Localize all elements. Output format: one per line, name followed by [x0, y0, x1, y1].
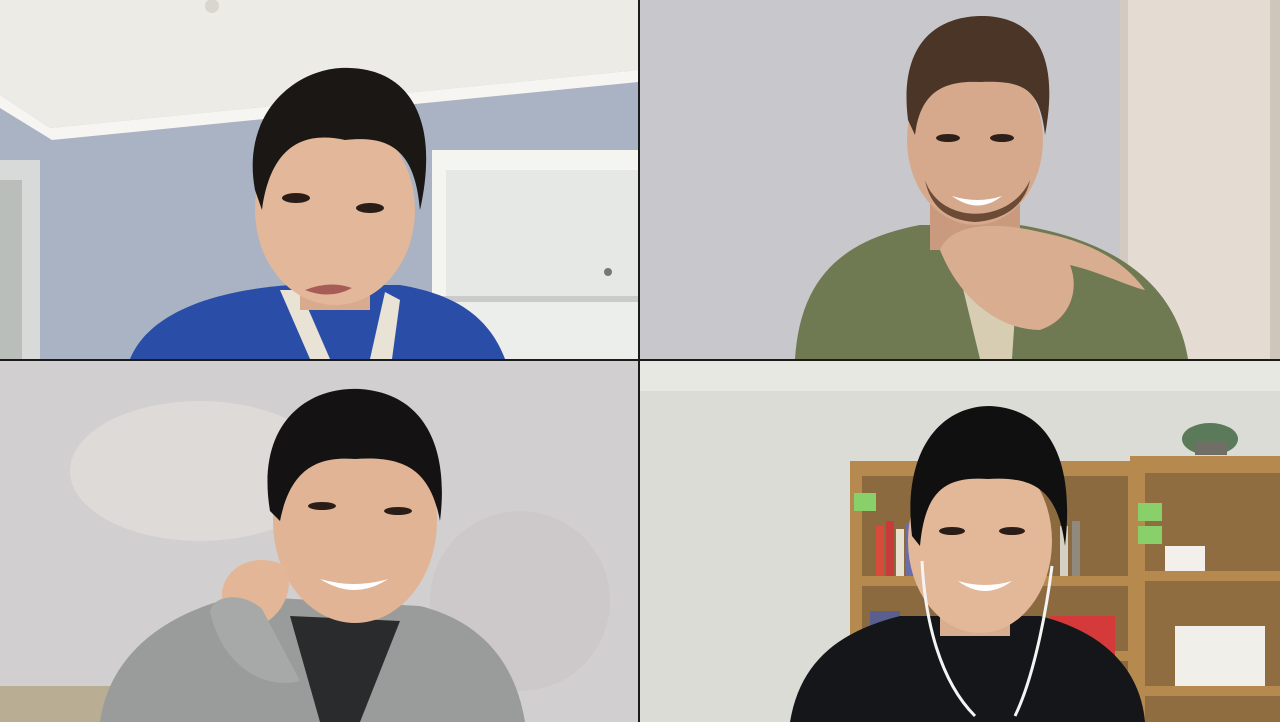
participant-video-feed — [0, 0, 638, 359]
video-tile-participant-3[interactable] — [0, 361, 638, 722]
video-tile-participant-1[interactable] — [0, 0, 638, 359]
participant-video-feed — [640, 361, 1280, 722]
participant-video-feed — [0, 361, 638, 722]
video-gallery — [0, 0, 1280, 722]
participant-video-feed — [640, 0, 1280, 359]
video-tile-participant-2[interactable] — [640, 0, 1280, 359]
video-tile-participant-4[interactable] — [640, 361, 1280, 722]
